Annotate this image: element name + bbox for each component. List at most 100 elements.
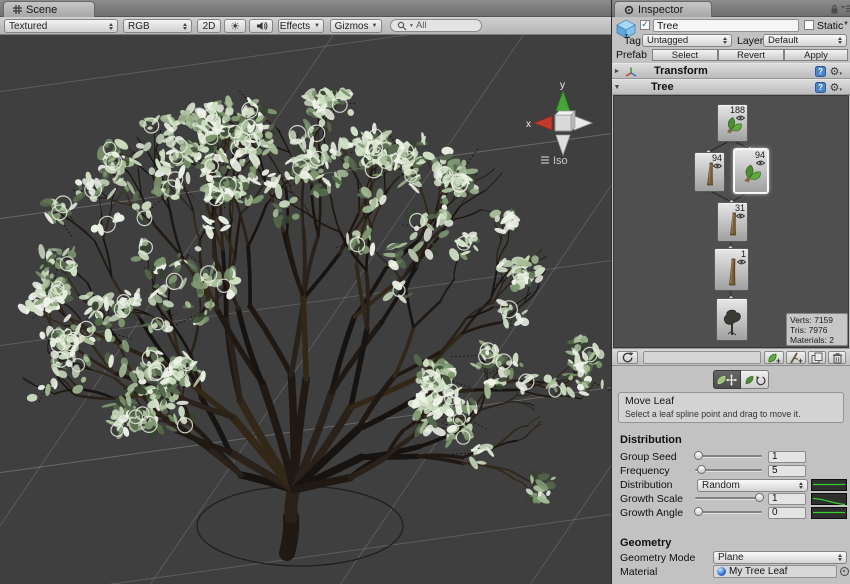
- distribution-curve-field[interactable]: [811, 479, 847, 491]
- refresh-button[interactable]: [617, 351, 638, 364]
- static-dropdown-arrow[interactable]: ▼: [843, 21, 849, 27]
- add-branch-group-button[interactable]: +: [786, 351, 806, 364]
- eye-icon[interactable]: [737, 259, 746, 265]
- foldout-expanded-icon[interactable]: ▼: [612, 84, 622, 91]
- gizmo-down-cone[interactable]: [556, 135, 570, 155]
- tree-root-icon: [720, 307, 744, 337]
- updown-arrows-icon: [109, 23, 113, 30]
- geometry-mode-dropdown[interactable]: Plane: [713, 551, 847, 564]
- move-leaf-tool-button[interactable]: [713, 370, 741, 389]
- growth-angle-curve-field[interactable]: [811, 507, 847, 519]
- pane-menu-icon[interactable]: [841, 5, 850, 13]
- growth-angle-slider[interactable]: [695, 507, 762, 517]
- prefab-revert-button[interactable]: Revert: [718, 49, 784, 61]
- gizmos-dropdown[interactable]: Gizmos ▼: [330, 19, 382, 33]
- editor-field[interactable]: [643, 351, 761, 364]
- rotate-leaf-tool-button[interactable]: [741, 370, 769, 389]
- material-object-field[interactable]: My Tree Leaf: [713, 565, 837, 578]
- projection-toggle[interactable]: Iso: [541, 155, 568, 167]
- node-leaf-group-94-selected[interactable]: 94: [734, 149, 768, 193]
- gear-icon[interactable]: ⚙▾: [830, 81, 842, 94]
- effects-label: Effects: [280, 21, 310, 32]
- scene-viewport[interactable]: y x Iso: [0, 35, 612, 584]
- grid-icon: [13, 5, 22, 14]
- branch-icon: [725, 257, 738, 287]
- delete-button[interactable]: [828, 351, 846, 364]
- add-leaf-icon: +: [767, 352, 781, 364]
- gizmo-center-cube[interactable]: [555, 115, 571, 131]
- material-label: Material: [620, 566, 657, 578]
- scene-pane: Scene Textured RGB 2D ☀: [0, 0, 612, 584]
- scene-search-input[interactable]: ▼ All: [390, 19, 482, 32]
- effects-button[interactable]: Effects: [278, 19, 312, 33]
- node-branch-group-94[interactable]: 94: [694, 152, 725, 192]
- growth-scale-label: Growth Scale: [620, 493, 683, 505]
- frequency-value[interactable]: 5: [768, 465, 806, 477]
- node-tree-root[interactable]: [716, 298, 748, 341]
- growth-scale-curve-field[interactable]: [811, 493, 847, 505]
- active-checkbox[interactable]: ✓: [640, 20, 650, 30]
- growth-angle-value[interactable]: 0: [768, 507, 806, 519]
- trash-icon: [832, 352, 843, 364]
- help-doc-icon[interactable]: ?: [815, 82, 826, 93]
- inspector-tab-label: Inspector: [638, 4, 683, 16]
- prefab-apply-button[interactable]: Apply: [784, 49, 848, 61]
- render-channels-dropdown[interactable]: RGB: [123, 19, 192, 33]
- add-branch-icon: +: [789, 352, 803, 364]
- help-doc-icon[interactable]: ?: [815, 66, 826, 77]
- duplicate-button[interactable]: [808, 351, 826, 364]
- speaker-icon: [255, 20, 268, 32]
- 2d-toggle-button[interactable]: 2D: [197, 19, 221, 33]
- orientation-gizmo[interactable]: y x Iso: [526, 80, 592, 167]
- node-leaf-group-188[interactable]: 188: [717, 104, 748, 142]
- gizmo-y-cone[interactable]: [556, 91, 570, 111]
- gizmo-x-cone[interactable]: [534, 116, 552, 130]
- audio-toggle-button[interactable]: [249, 19, 273, 33]
- frequency-slider[interactable]: [695, 465, 762, 475]
- node-branch-group-1[interactable]: 1: [714, 248, 749, 291]
- updown-arrows-icon: [838, 554, 842, 561]
- lighting-toggle-button[interactable]: ☀: [224, 19, 246, 33]
- object-picker-icon[interactable]: [840, 567, 849, 576]
- duplicate-icon: [811, 352, 823, 364]
- shading-mode-dropdown[interactable]: Textured: [4, 19, 118, 33]
- search-scope-label: All: [416, 20, 427, 31]
- lock-icon[interactable]: [830, 4, 839, 14]
- tag-dropdown[interactable]: Untagged: [642, 34, 732, 47]
- static-checkbox[interactable]: [804, 20, 814, 30]
- layer-dropdown[interactable]: Default: [763, 34, 847, 47]
- node-count: 94: [755, 150, 765, 160]
- material-sphere-icon: [717, 567, 726, 576]
- tag-value: Untagged: [647, 35, 688, 46]
- transform-component-header[interactable]: ► Transform ? ⚙▾: [612, 63, 850, 79]
- prefab-select-button[interactable]: Select: [652, 49, 718, 61]
- svg-text:+: +: [798, 356, 803, 364]
- branch-icon: [727, 211, 739, 237]
- geometry-mode-label: Geometry Mode: [620, 552, 695, 564]
- node-branch-group-31[interactable]: 31: [717, 202, 748, 242]
- updown-arrows-icon: [723, 37, 727, 44]
- add-leaf-group-button[interactable]: +: [764, 351, 784, 364]
- rotate-leaf-icon: [744, 373, 766, 387]
- effects-dropdown-arrow[interactable]: ▼: [311, 19, 324, 33]
- group-seed-value[interactable]: 1: [768, 451, 806, 463]
- gizmo-right-cone[interactable]: [574, 116, 592, 130]
- updown-arrows-icon: [183, 23, 187, 30]
- foldout-collapsed-icon[interactable]: ►: [612, 68, 622, 75]
- transform-title: Transform: [654, 65, 708, 77]
- gear-icon[interactable]: ⚙▾: [830, 65, 842, 78]
- channels-label: RGB: [128, 21, 150, 32]
- growth-scale-slider[interactable]: [695, 493, 762, 503]
- tree-node-editor[interactable]: 188 94 94: [613, 95, 849, 348]
- group-seed-slider[interactable]: [695, 451, 762, 461]
- updown-arrows-icon: [799, 482, 803, 489]
- tree-component-header[interactable]: ▼ Tree ? ⚙▾: [612, 79, 850, 95]
- tab-inspector[interactable]: Inspector: [614, 1, 712, 17]
- tab-scene[interactable]: Scene: [3, 1, 95, 17]
- gameobject-name-field[interactable]: Tree: [653, 19, 799, 32]
- inspector-icon: [624, 5, 634, 15]
- gizmo-x-label: x: [526, 119, 531, 130]
- inspector-pane: Inspector ▼ ✓ Tree Static ▼ Tag Untagged: [612, 0, 850, 584]
- distribution-dropdown[interactable]: Random: [697, 479, 808, 492]
- growth-scale-value[interactable]: 1: [768, 493, 806, 505]
